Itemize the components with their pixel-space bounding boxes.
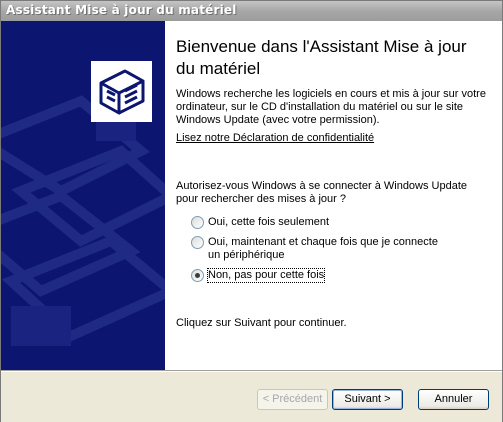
wizard-sidebar <box>1 21 165 371</box>
privacy-link[interactable]: Lisez notre Déclaration de confidentiali… <box>176 132 374 144</box>
radio-button-once[interactable] <box>191 216 204 229</box>
hardware-box-icon <box>91 61 152 122</box>
title-bar[interactable]: Assistant Mise à jour du matériel <box>1 1 502 21</box>
radio-label-no[interactable]: Non, pas pour cette fois <box>206 268 326 283</box>
page-title: Bienvenue dans l'Assistant Mise à jour d… <box>176 37 467 78</box>
continue-text: Cliquez sur Suivant pour continuer. <box>176 317 347 329</box>
back-button[interactable]: < Précédent <box>257 389 328 410</box>
radio-label-always[interactable]: Oui, maintenant et chaque fois que je co… <box>208 236 448 262</box>
cancel-button[interactable]: Annuler <box>418 389 489 410</box>
intro-text: Windows recherche les logiciels en cours… <box>176 88 486 126</box>
radio-button-no[interactable] <box>191 269 204 282</box>
question-text: Autorisez-vous Windows à se connecter à … <box>176 180 468 205</box>
button-bar: < Précédent Suivant > Annuler <box>1 371 502 422</box>
window-title: Assistant Mise à jour du matériel <box>6 3 237 17</box>
radio-button-always[interactable] <box>191 236 204 249</box>
radio-label-once[interactable]: Oui, cette fois seulement <box>208 216 448 229</box>
wizard-content: Bienvenue dans l'Assistant Mise à jour d… <box>165 21 502 371</box>
next-button[interactable]: Suivant > <box>332 389 403 410</box>
wizard-window: Assistant Mise à jour du matériel Bienve… <box>0 0 503 422</box>
